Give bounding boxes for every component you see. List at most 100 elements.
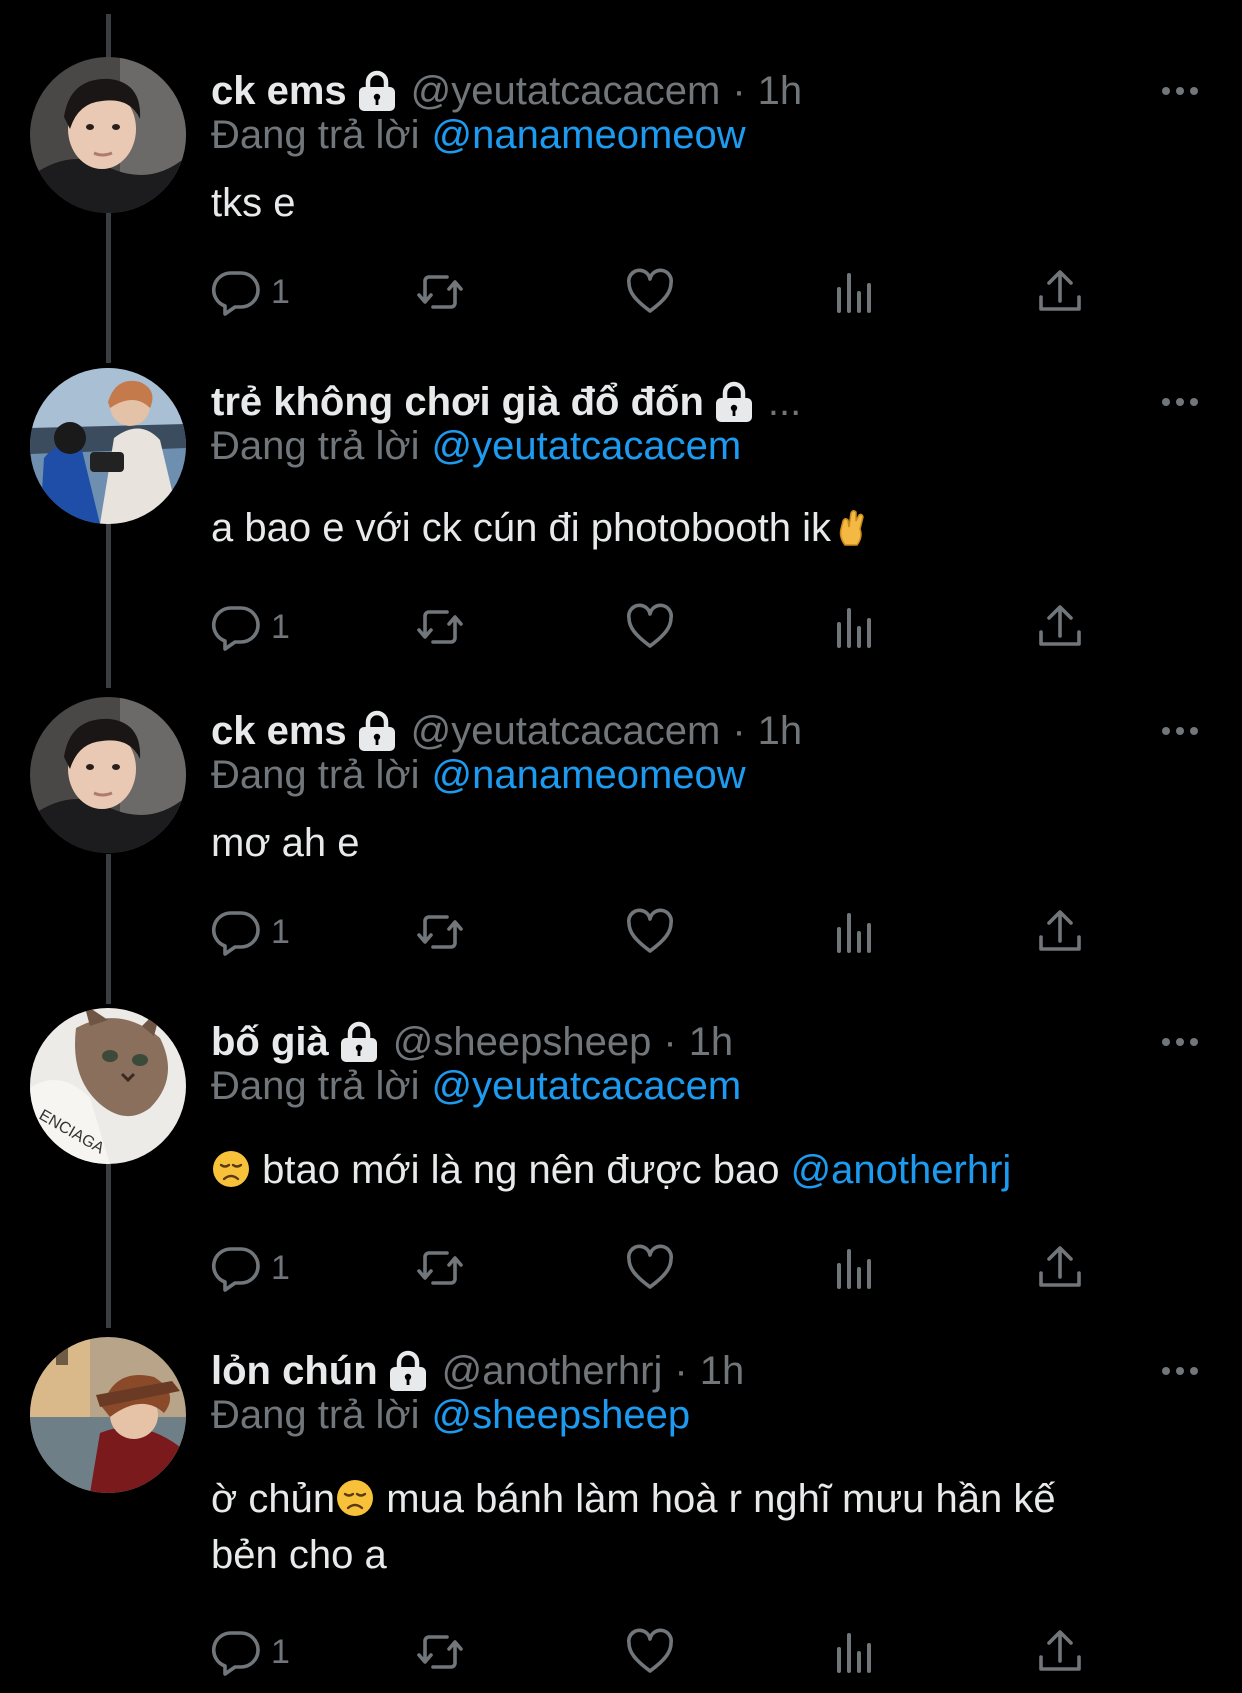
tweet-text: a bao e với ck cún đi photobooth ik — [211, 500, 1171, 556]
heart-icon — [625, 1627, 675, 1677]
reply-count: 1 — [271, 912, 290, 951]
tweet[interactable]: trẻ không chơi già đổ đốn ... Đang trả l… — [0, 368, 1242, 668]
replying-to: Đang trả lời @nanameomeow — [211, 753, 746, 798]
share-button[interactable] — [1035, 902, 1085, 962]
lock-icon — [388, 1350, 428, 1392]
views-icon — [830, 1243, 880, 1293]
share-icon — [1035, 907, 1085, 957]
retweet-button[interactable] — [415, 1238, 465, 1298]
reply-button[interactable]: 1 — [211, 597, 290, 657]
views-button[interactable] — [830, 902, 880, 962]
tweet[interactable]: ck ems @yeutatcacacem · 1h Đang trả lời @… — [0, 57, 1242, 357]
separator-dot: · — [674, 1348, 688, 1393]
user-handle[interactable]: @yeutatcacacem — [411, 69, 721, 114]
tweet-text: tks e — [211, 175, 1171, 231]
avatar[interactable] — [30, 57, 186, 213]
views-icon — [830, 1627, 880, 1677]
reply-button[interactable]: 1 — [211, 262, 290, 322]
display-name[interactable]: lỏn chún — [211, 1349, 378, 1394]
tweet-text-content: mơ ah e — [211, 821, 360, 865]
timestamp[interactable]: 1h — [700, 1349, 745, 1394]
like-button[interactable] — [625, 1238, 675, 1298]
tweet-text-content: ờ chủn — [211, 1477, 336, 1521]
action-bar: 1 — [211, 1622, 1111, 1682]
reply-button[interactable]: 1 — [211, 902, 290, 962]
avatar[interactable] — [30, 1337, 186, 1493]
tweet[interactable]: lỏn chún @anotherhrj · 1h Đang trả lời @s… — [0, 1337, 1242, 1693]
share-button[interactable] — [1035, 1238, 1085, 1298]
action-bar: 1 — [211, 262, 1111, 322]
timestamp[interactable]: 1h — [689, 1020, 734, 1065]
views-button[interactable] — [830, 1622, 880, 1682]
retweet-icon — [415, 602, 465, 652]
timestamp[interactable]: 1h — [758, 69, 803, 114]
retweet-icon — [415, 267, 465, 317]
more-options-icon[interactable] — [1158, 380, 1202, 424]
avatar[interactable]: ENCIAGA — [30, 1008, 186, 1164]
separator-dot: · — [732, 708, 746, 753]
reply-count: 1 — [271, 1632, 290, 1671]
replying-to-mention[interactable]: @yeutatcacacem — [432, 1064, 742, 1108]
display-name[interactable]: trẻ không chơi già đổ đốn — [211, 380, 704, 425]
retweet-button[interactable] — [415, 597, 465, 657]
tweet-header: lỏn chún @anotherhrj · 1h — [211, 1345, 744, 1397]
crossed-fingers-emoji — [831, 507, 871, 547]
replying-to: Đang trả lời @yeutatcacacem — [211, 424, 741, 469]
tweet[interactable]: ck ems @yeutatcacacem · 1h Đang trả lời @… — [0, 697, 1242, 997]
replying-to-mention[interactable]: @nanameomeow — [432, 113, 746, 157]
like-button[interactable] — [625, 1622, 675, 1682]
reply-button[interactable]: 1 — [211, 1238, 290, 1298]
reply-button[interactable]: 1 — [211, 1622, 290, 1682]
display-name[interactable]: bố già — [211, 1020, 329, 1065]
reply-icon — [211, 1627, 261, 1677]
more-options-icon[interactable] — [1158, 1349, 1202, 1393]
more-options-icon[interactable] — [1158, 69, 1202, 113]
user-handle[interactable]: @sheepsheep — [393, 1020, 652, 1065]
more-options-icon[interactable] — [1158, 709, 1202, 753]
reply-icon — [211, 1243, 261, 1293]
user-handle[interactable]: @anotherhrj — [442, 1349, 663, 1394]
retweet-button[interactable] — [415, 902, 465, 962]
reply-icon — [211, 602, 261, 652]
replying-to: Đang trả lời @sheepsheep — [211, 1393, 690, 1438]
replying-prefix: Đang trả lời — [211, 1393, 420, 1437]
display-name[interactable]: ck ems — [211, 709, 347, 754]
share-button[interactable] — [1035, 597, 1085, 657]
replying-to-mention[interactable]: @nanameomeow — [432, 753, 746, 797]
views-button[interactable] — [830, 1238, 880, 1298]
timestamp[interactable]: 1h — [758, 709, 803, 754]
replying-prefix: Đang trả lời — [211, 1064, 420, 1108]
like-button[interactable] — [625, 902, 675, 962]
avatar[interactable] — [30, 697, 186, 853]
action-bar: 1 — [211, 1238, 1111, 1298]
replying-to-mention[interactable]: @yeutatcacacem — [432, 424, 742, 468]
replying-prefix: Đang trả lời — [211, 424, 420, 468]
disappointed-face-emoji — [335, 1478, 375, 1518]
tweet-text: ờ chủn mua bánh làm hoà r nghĩ mưu hần k… — [211, 1471, 1171, 1583]
tweet-text-line: bẻn cho a — [211, 1527, 1171, 1583]
more-options-icon[interactable] — [1158, 1020, 1202, 1064]
inline-mention[interactable]: @anotherhrj — [791, 1148, 1012, 1192]
display-name[interactable]: ck ems — [211, 69, 347, 114]
tweet-text-content: tks e — [211, 181, 296, 225]
replying-to-mention[interactable]: @sheepsheep — [432, 1393, 691, 1437]
tweet-text-content: mua bánh làm hoà r nghĩ mưu hần kế — [375, 1477, 1056, 1521]
tweet-header: ck ems @yeutatcacacem · 1h — [211, 705, 802, 757]
user-handle[interactable]: @yeutatcacacem — [411, 709, 721, 754]
like-button[interactable] — [625, 597, 675, 657]
tweet[interactable]: ENCIAGA bố già @sheepsheep · 1h Đang trả… — [0, 1008, 1242, 1308]
lock-icon — [357, 70, 397, 112]
separator-dot: · — [663, 1019, 677, 1064]
heart-icon — [625, 267, 675, 317]
views-button[interactable] — [830, 597, 880, 657]
tweet-header: ck ems @yeutatcacacem · 1h — [211, 65, 802, 117]
avatar[interactable] — [30, 368, 186, 524]
replying-prefix: Đang trả lời — [211, 113, 420, 157]
retweet-button[interactable] — [415, 262, 465, 322]
retweet-button[interactable] — [415, 1622, 465, 1682]
share-button[interactable] — [1035, 1622, 1085, 1682]
views-button[interactable] — [830, 262, 880, 322]
lock-icon — [714, 381, 754, 423]
like-button[interactable] — [625, 262, 675, 322]
share-button[interactable] — [1035, 262, 1085, 322]
